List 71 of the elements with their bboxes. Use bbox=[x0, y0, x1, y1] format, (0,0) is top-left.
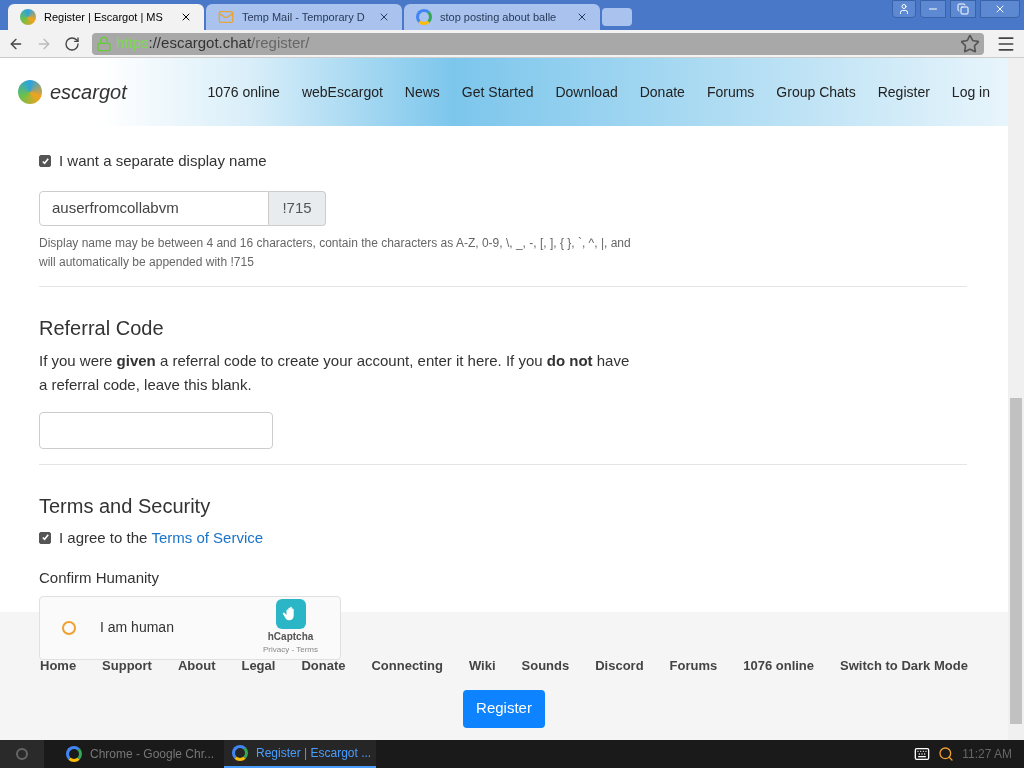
footer-link[interactable]: Home bbox=[40, 656, 77, 676]
envelope-icon bbox=[218, 9, 234, 25]
suffix-addon: !715 bbox=[269, 190, 326, 227]
tab-title: Temp Mail - Temporary D bbox=[242, 9, 366, 25]
footer-link[interactable]: Discord bbox=[595, 656, 644, 676]
close-icon[interactable] bbox=[576, 11, 588, 23]
checkbox-label: I want a separate display name bbox=[59, 151, 267, 171]
nav-link[interactable]: Group Chats bbox=[776, 81, 856, 103]
nav-link[interactable]: Log in bbox=[951, 81, 990, 103]
nav-link[interactable]: Download bbox=[555, 81, 618, 103]
bookmark-star-icon[interactable] bbox=[960, 33, 980, 54]
profile-button[interactable] bbox=[892, 0, 916, 18]
nav-link[interactable]: Forums bbox=[706, 81, 755, 103]
captcha-brand: hCaptcha bbox=[267, 630, 314, 645]
captcha-checkbox[interactable] bbox=[62, 620, 76, 635]
nav-link[interactable]: News bbox=[404, 81, 440, 103]
google-icon bbox=[232, 745, 248, 761]
footer-link[interactable]: Donate bbox=[301, 656, 346, 676]
google-icon bbox=[66, 746, 82, 762]
start-button[interactable] bbox=[0, 740, 44, 768]
captcha-links[interactable]: Privacy - Terms bbox=[263, 644, 318, 657]
footer-link[interactable]: Wiki bbox=[468, 656, 496, 676]
browser-tab[interactable]: stop posting about balle bbox=[404, 4, 600, 30]
reload-icon[interactable] bbox=[64, 35, 80, 52]
referral-description: If you were given a referral code to create your account, enter it here. If you do not have a referral code, leave this blank. bbox=[39, 351, 631, 396]
search-icon[interactable] bbox=[938, 746, 955, 762]
terms-link[interactable]: Terms of Service bbox=[147, 526, 264, 550]
lock-icon bbox=[96, 35, 112, 52]
tab-title: stop posting about balle bbox=[440, 9, 558, 25]
checkbox-label: I agree to the bbox=[59, 527, 148, 548]
nav-link[interactable]: Register bbox=[877, 81, 930, 103]
nav-link[interactable]: webEscargot bbox=[301, 81, 383, 103]
minimize-button[interactable] bbox=[920, 0, 946, 18]
footer-link[interactable]: Forums bbox=[669, 656, 718, 676]
taskbar-item[interactable]: Register | Escargot ... bbox=[224, 740, 376, 768]
captcha-label: I am human bbox=[100, 618, 174, 638]
browser-tab[interactable]: Register | Escargot | MS bbox=[8, 4, 204, 30]
close-icon[interactable] bbox=[180, 11, 192, 23]
field-label: Confirm Humanity bbox=[39, 568, 161, 589]
section-title: Terms and Security bbox=[39, 493, 212, 519]
section-title: Referral Code bbox=[39, 316, 165, 342]
person-icon bbox=[898, 3, 910, 15]
footer-link[interactable]: Legal bbox=[241, 656, 276, 676]
close-icon[interactable] bbox=[378, 11, 390, 23]
checkbox[interactable] bbox=[39, 531, 51, 544]
help-text: Display name may be between 4 and 16 characters, contain the characters as A-Z, 0-9, \, _, -, [, ], { }, `, ^, |, and will automatically be appended with !715 bbox=[39, 235, 632, 272]
display-name-field[interactable]: auserfromcollabvm bbox=[39, 190, 269, 227]
restore-icon bbox=[957, 3, 969, 15]
browser-tab[interactable]: Temp Mail - Temporary D bbox=[206, 4, 402, 30]
referral-code-field[interactable] bbox=[39, 412, 273, 449]
google-icon bbox=[416, 9, 432, 25]
checkbox[interactable] bbox=[39, 155, 51, 168]
nav-link[interactable]: 1076 online bbox=[207, 81, 280, 103]
nav-link[interactable]: Donate bbox=[639, 81, 685, 103]
address-bar[interactable]: https://escargot.chat/register/ bbox=[92, 32, 984, 55]
footer-link[interactable]: Sounds bbox=[521, 656, 570, 676]
footer-link[interactable]: Support bbox=[102, 656, 152, 676]
footer-link[interactable]: Switch to Dark Mode bbox=[840, 656, 968, 676]
footer-link[interactable]: 1076 online bbox=[743, 656, 815, 676]
register-button[interactable]: Register bbox=[463, 689, 545, 728]
keyboard-icon[interactable] bbox=[914, 746, 931, 762]
url-text: https://escargot.chat/register/ bbox=[116, 33, 310, 54]
site-logo[interactable]: escargot bbox=[50, 77, 127, 107]
tab-title: Register | Escargot | MS bbox=[44, 9, 164, 25]
scrollbar[interactable] bbox=[1008, 58, 1024, 740]
close-icon bbox=[994, 3, 1006, 15]
footer-link[interactable]: About bbox=[177, 656, 216, 676]
nav-link[interactable]: Get Started bbox=[461, 81, 534, 103]
hand-logo-icon bbox=[275, 599, 306, 630]
restore-button[interactable] bbox=[950, 0, 976, 18]
footer-link[interactable]: Connecting bbox=[371, 656, 443, 676]
